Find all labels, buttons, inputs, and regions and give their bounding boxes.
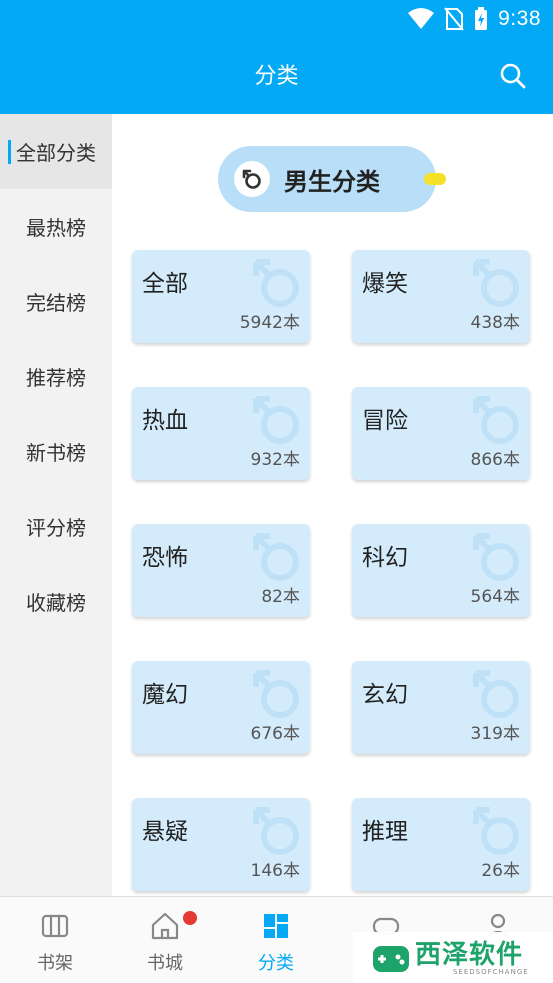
category-count: 932本 (250, 450, 300, 470)
category-count: 866本 (470, 450, 520, 470)
category-card-hot-blooded[interactable]: 热血 932本 (132, 387, 310, 480)
sidebar-item-favorites[interactable]: 收藏榜 (0, 564, 112, 639)
category-card-magic[interactable]: 魔幻 676本 (132, 661, 310, 754)
male-icon (253, 807, 299, 855)
male-icon (253, 396, 299, 444)
watermark: 西泽软件 SEEDSOFCHANGE (353, 932, 553, 983)
male-icon (473, 396, 519, 444)
watermark-subtitle: SEEDSOFCHANGE (453, 968, 529, 976)
category-card-adventure[interactable]: 冒险 866本 (352, 387, 530, 480)
app-header: 9:38 分类 (0, 0, 553, 114)
gender-toggle-label: 男生分类 (284, 167, 380, 196)
status-bar: 9:38 (0, 0, 553, 40)
category-name: 玄幻 (362, 682, 408, 708)
page-title: 分类 (254, 64, 299, 89)
category-count: 438本 (470, 313, 520, 333)
category-name: 推理 (362, 819, 408, 845)
nav-label: 书架 (37, 953, 73, 974)
no-sim-icon (444, 7, 464, 31)
status-icons: 9:38 (408, 6, 541, 32)
gender-toggle-button[interactable]: 男生分类 (218, 146, 436, 212)
bookshelf-icon (41, 914, 69, 938)
nav-item-bookshelf[interactable]: 书架 (0, 897, 110, 983)
sidebar: 全部分类 最热榜 完结榜 推荐榜 新书榜 评分榜 收藏榜 (0, 114, 112, 896)
category-name: 恐怖 (142, 545, 188, 571)
category-card-horror[interactable]: 恐怖 82本 (132, 524, 310, 617)
male-icon (473, 807, 519, 855)
male-icon (234, 161, 270, 197)
search-icon (500, 63, 526, 89)
category-count: 82本 (261, 587, 300, 607)
category-name: 悬疑 (142, 819, 188, 845)
male-icon (473, 259, 519, 307)
category-card-suspense[interactable]: 悬疑 146本 (132, 798, 310, 891)
sidebar-item-all-categories[interactable]: 全部分类 (0, 114, 112, 189)
category-card-comedy[interactable]: 爆笑 438本 (352, 250, 530, 343)
category-name: 爆笑 (362, 271, 408, 297)
watermark-logo-icon (373, 946, 409, 972)
wifi-icon (408, 8, 435, 29)
nav-label: 分类 (258, 953, 294, 974)
watermark-title: 西泽软件 (415, 940, 524, 970)
toggle-indicator-dot (424, 173, 446, 185)
male-icon (253, 533, 299, 581)
category-content: 男生分类 全部 5942本 爆笑 438本 热血 932本 冒险 866本 恐怖… (112, 114, 553, 896)
battery-charging-icon (475, 7, 488, 30)
male-icon (253, 259, 299, 307)
nav-label: 书城 (147, 953, 183, 974)
sidebar-item-rating[interactable]: 评分榜 (0, 489, 112, 564)
category-card-sci-fi[interactable]: 科幻 564本 (352, 524, 530, 617)
category-count: 146本 (250, 861, 300, 881)
category-count: 564本 (470, 587, 520, 607)
category-name: 科幻 (362, 545, 408, 571)
grid-icon (264, 914, 288, 938)
status-time: 9:38 (498, 7, 541, 30)
category-card-all[interactable]: 全部 5942本 (132, 250, 310, 343)
category-name: 冒险 (362, 408, 408, 434)
category-card-xuanhuan[interactable]: 玄幻 319本 (352, 661, 530, 754)
category-name: 全部 (142, 271, 188, 297)
category-count: 26本 (481, 861, 520, 881)
nav-item-bookstore[interactable]: 书城 (110, 897, 220, 983)
sidebar-item-recommended[interactable]: 推荐榜 (0, 339, 112, 414)
notification-badge (183, 911, 197, 925)
sidebar-item-new-books[interactable]: 新书榜 (0, 414, 112, 489)
male-icon (253, 670, 299, 718)
sidebar-item-hottest[interactable]: 最热榜 (0, 189, 112, 264)
male-icon (473, 533, 519, 581)
search-button[interactable] (499, 62, 527, 90)
male-icon (473, 670, 519, 718)
home-icon (151, 912, 179, 940)
category-count: 5942本 (239, 313, 300, 333)
category-count: 319本 (470, 724, 520, 744)
sidebar-item-completed[interactable]: 完结榜 (0, 264, 112, 339)
category-count: 676本 (250, 724, 300, 744)
category-card-mystery[interactable]: 推理 26本 (352, 798, 530, 891)
category-name: 魔幻 (142, 682, 188, 708)
nav-item-category[interactable]: 分类 (221, 897, 331, 983)
category-name: 热血 (142, 408, 188, 434)
